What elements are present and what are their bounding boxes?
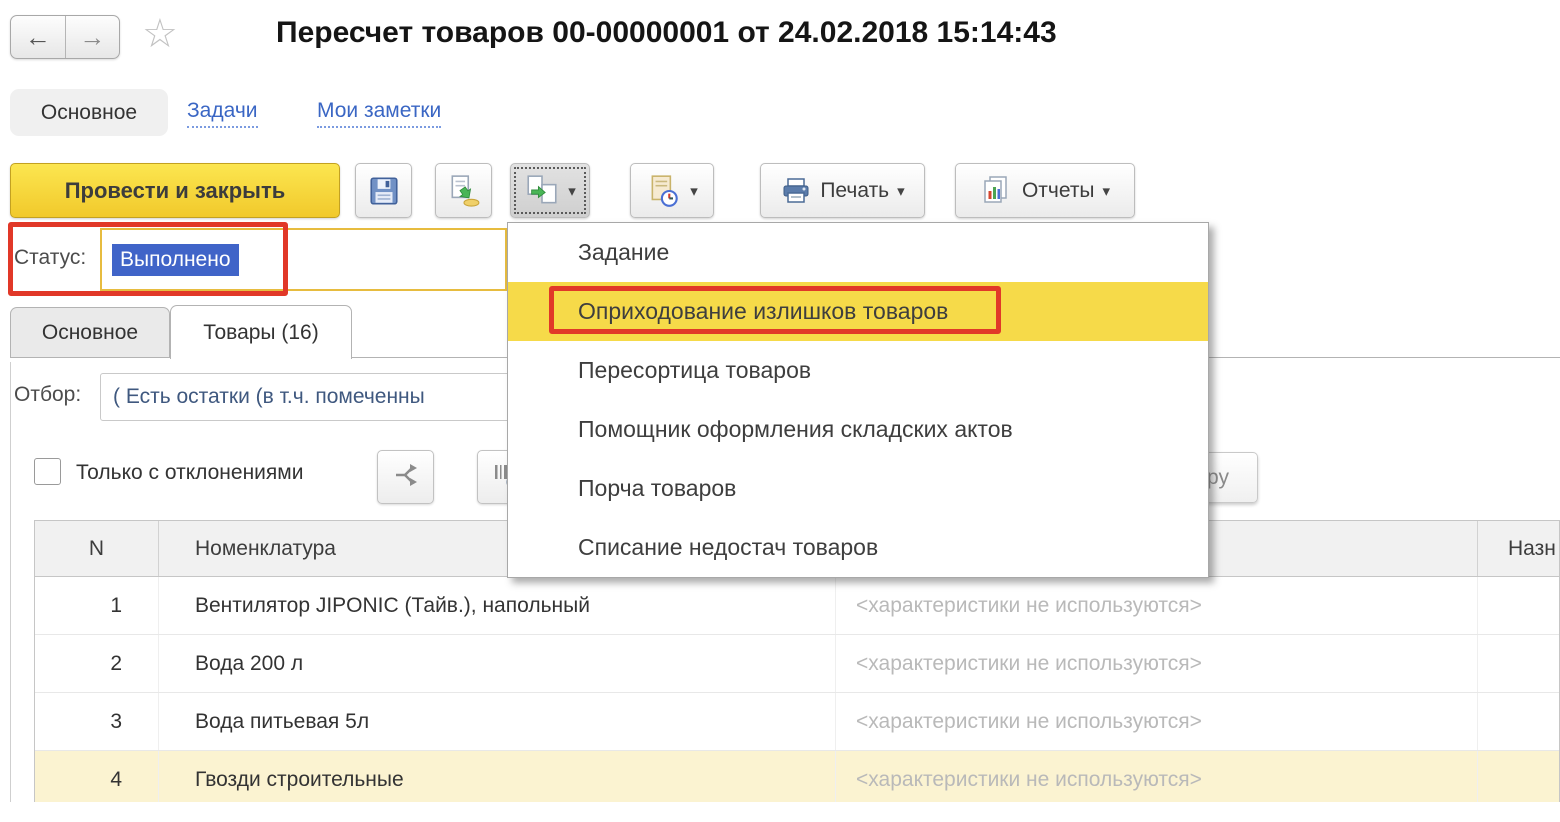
- menu-item-warehouse-acts-assistant[interactable]: Помощник оформления складских актов: [508, 400, 1208, 459]
- post-document-icon: [447, 174, 481, 208]
- share-icon: [391, 460, 421, 495]
- nav-link-notes[interactable]: Мои заметки: [317, 99, 441, 128]
- clipped-button-fragment[interactable]: ру: [1203, 452, 1258, 503]
- app-window: ← → ☆ Пересчет товаров 00-00000001 от 24…: [0, 0, 1560, 822]
- row-num: 2: [35, 635, 159, 692]
- table-row[interactable]: 1 Вентилятор JIPONIC (Тайв.), напольный …: [35, 577, 1559, 635]
- menu-item-regrading[interactable]: Пересортица товаров: [508, 341, 1208, 400]
- doc-tab-main[interactable]: Основное: [10, 307, 170, 357]
- row-characteristic: <характеристики не используются>: [836, 577, 1478, 634]
- forward-button[interactable]: →: [66, 16, 120, 58]
- reports-caret-icon: ▾: [1103, 182, 1111, 200]
- menu-item-goods-damage[interactable]: Порча товаров: [508, 459, 1208, 518]
- clipped-button-text: ру: [1207, 466, 1229, 490]
- favorite-star-icon[interactable]: ☆: [142, 14, 178, 54]
- annotation-box-status: [8, 222, 288, 296]
- row-num: 1: [35, 577, 159, 634]
- nav-tab-main[interactable]: Основное: [10, 89, 168, 136]
- report-chart-icon: [980, 174, 1014, 208]
- deviations-checkbox-label: Только с отклонениями: [76, 461, 303, 485]
- forward-arrow-icon: →: [79, 22, 105, 53]
- table-row-highlighted[interactable]: 4 Гвозди строительные <характеристики не…: [35, 751, 1559, 802]
- printer-icon: [780, 175, 812, 207]
- menu-item-shortage-writeoff[interactable]: Списание недостач товаров: [508, 518, 1208, 577]
- create-based-on-caret-icon: ▾: [568, 182, 576, 200]
- print-caret-icon: ▾: [897, 182, 905, 200]
- row-characteristic: <характеристики не используются>: [836, 693, 1478, 750]
- row-name: [1478, 751, 1559, 802]
- save-button[interactable]: [355, 163, 412, 218]
- nav-link-tasks[interactable]: Задачи: [187, 99, 258, 128]
- row-num: 4: [35, 751, 159, 802]
- form-left-border: [10, 362, 11, 802]
- post-document-button[interactable]: [435, 163, 492, 218]
- header-num[interactable]: N: [35, 521, 159, 576]
- create-based-on-menu: Задание Оприходование излишков товаров П…: [507, 222, 1209, 578]
- row-name: [1478, 635, 1559, 692]
- create-based-on-button[interactable]: ▾: [510, 163, 590, 218]
- row-name: [1478, 693, 1559, 750]
- annotation-box-menu-item: [549, 286, 1001, 334]
- share-button[interactable]: [377, 450, 434, 504]
- back-arrow-icon: ←: [25, 22, 51, 53]
- row-nomenclature: Вентилятор JIPONIC (Тайв.), напольный: [159, 577, 836, 634]
- post-and-close-button[interactable]: Провести и закрыть: [10, 163, 340, 218]
- page-title: Пересчет товаров 00-00000001 от 24.02.20…: [276, 16, 1057, 50]
- schedule-caret-icon: ▾: [690, 182, 698, 200]
- table-row[interactable]: 2 Вода 200 л <характеристики не использу…: [35, 635, 1559, 693]
- header-name[interactable]: Назн: [1478, 521, 1559, 576]
- row-name: [1478, 577, 1559, 634]
- print-label: Печать: [820, 179, 889, 203]
- row-nomenclature: Гвозди строительные: [159, 751, 836, 802]
- schedule-document-button[interactable]: ▾: [630, 163, 714, 218]
- row-nomenclature: Вода питьевая 5л: [159, 693, 836, 750]
- doc-tab-goods[interactable]: Товары (16): [170, 305, 352, 359]
- menu-item-task[interactable]: Задание: [508, 223, 1208, 282]
- row-characteristic: <характеристики не используются>: [836, 635, 1478, 692]
- create-based-on-icon: [524, 173, 560, 209]
- filter-label: Отбор:: [14, 383, 81, 407]
- save-floppy-icon: [367, 174, 401, 208]
- back-button[interactable]: ←: [11, 16, 66, 58]
- row-characteristic: <характеристики не используются>: [836, 751, 1478, 802]
- table-row[interactable]: 3 Вода питьевая 5л <характеристики не ис…: [35, 693, 1559, 751]
- document-clock-icon: [646, 173, 682, 209]
- print-button[interactable]: Печать ▾: [760, 163, 925, 218]
- reports-button[interactable]: Отчеты ▾: [955, 163, 1135, 218]
- history-nav-group: ← →: [10, 15, 120, 59]
- reports-label: Отчеты: [1022, 179, 1095, 203]
- deviations-checkbox[interactable]: [34, 458, 61, 485]
- row-nomenclature: Вода 200 л: [159, 635, 836, 692]
- row-num: 3: [35, 693, 159, 750]
